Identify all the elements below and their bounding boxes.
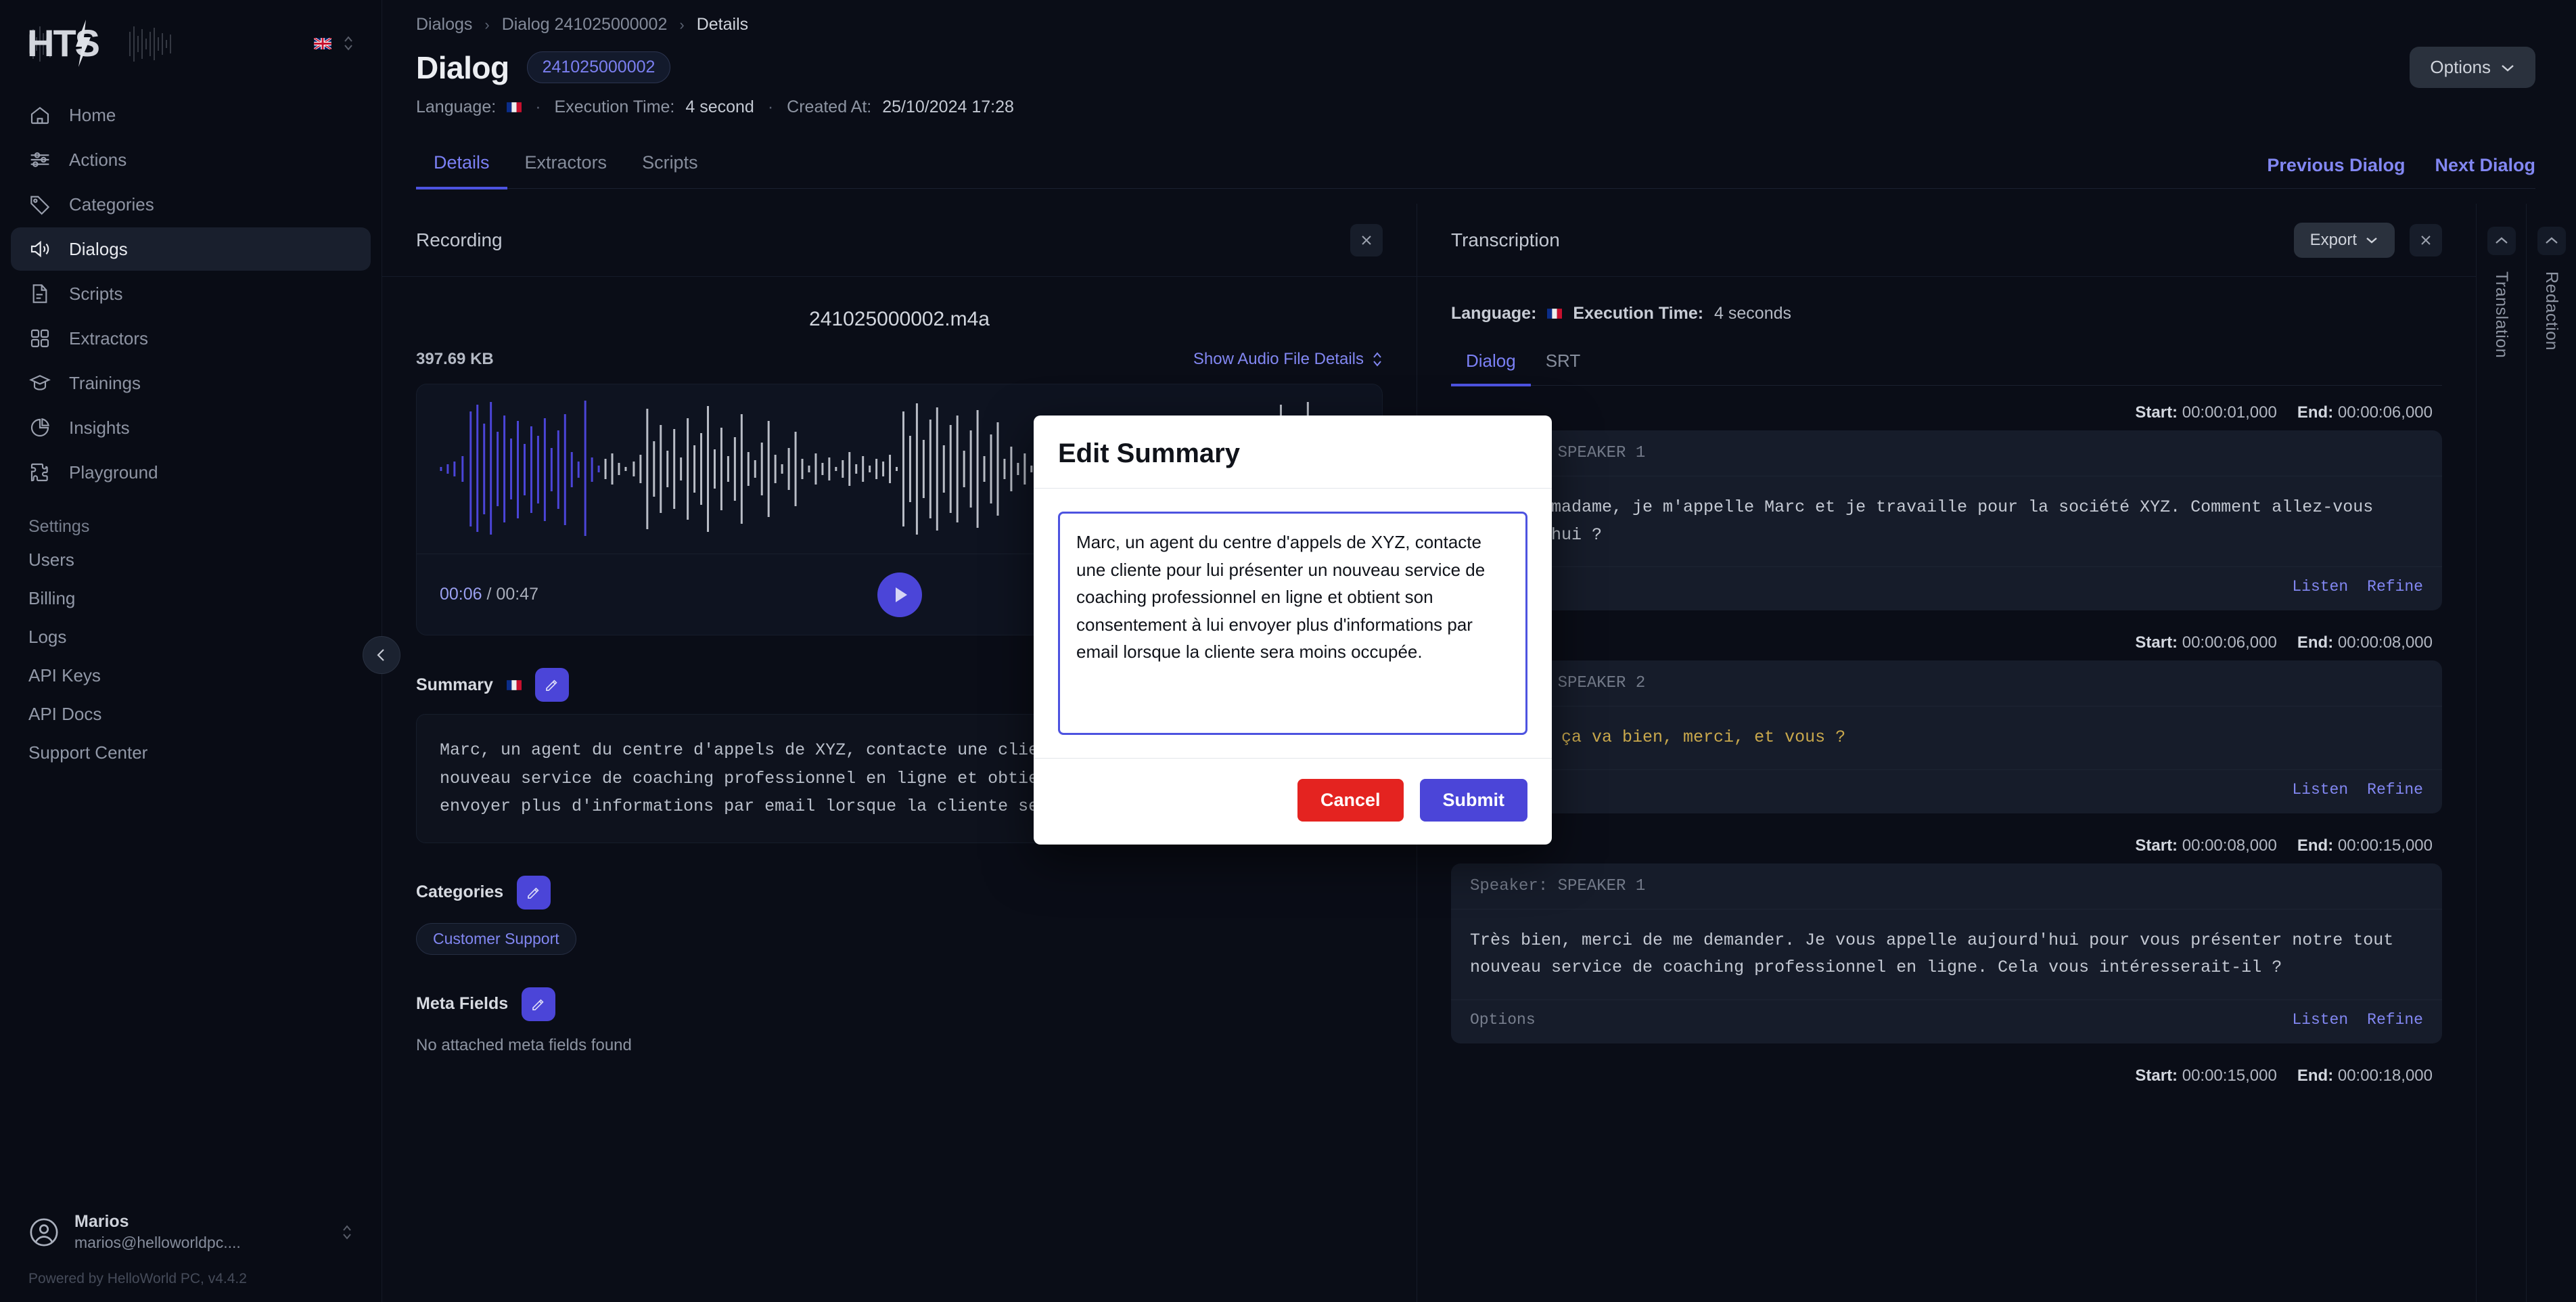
- cancel-button[interactable]: Cancel: [1297, 779, 1404, 822]
- modal-body: [1034, 489, 1552, 759]
- edit-summary-modal: Edit Summary Cancel Submit: [1034, 416, 1552, 845]
- app-root: HTS Home Actions Categories Dialogs Scri…: [0, 0, 2576, 1302]
- modal-header: Edit Summary: [1034, 416, 1552, 489]
- modal-footer: Cancel Submit: [1034, 759, 1552, 845]
- submit-button[interactable]: Submit: [1419, 779, 1527, 822]
- summary-textarea[interactable]: [1058, 512, 1527, 735]
- modal-overlay: Edit Summary Cancel Submit: [0, 0, 2576, 1302]
- modal-title: Edit Summary: [1058, 439, 1240, 468]
